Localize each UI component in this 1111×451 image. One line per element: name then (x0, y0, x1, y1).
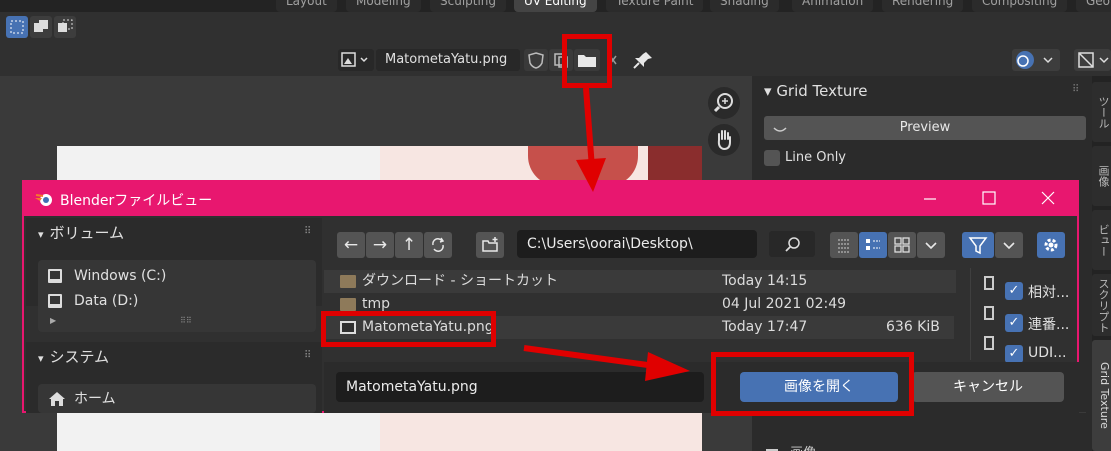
arrow-right-icon (645, 352, 690, 381)
arrow-down-icon (576, 158, 606, 192)
annotation-arrows (523, 87, 690, 381)
